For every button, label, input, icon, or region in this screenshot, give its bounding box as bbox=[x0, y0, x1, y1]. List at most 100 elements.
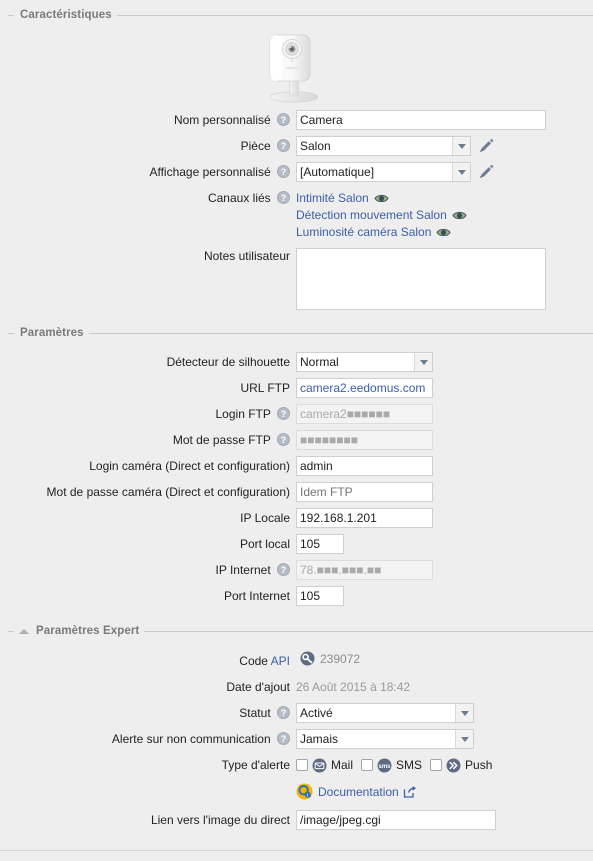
chevron-down-icon bbox=[457, 143, 466, 149]
section-header-parametres: Paramètres bbox=[0, 324, 593, 342]
silhouette-detector-button[interactable] bbox=[414, 353, 432, 371]
list-item: Luminosité caméra Salon bbox=[296, 224, 467, 240]
push-checkbox[interactable] bbox=[430, 759, 443, 771]
list-item: Intimité Salon bbox=[296, 190, 467, 206]
pencil-icon[interactable] bbox=[477, 137, 495, 155]
custom-display-select[interactable]: [Automatique] bbox=[296, 162, 471, 182]
silhouette-detector-select[interactable]: Normal bbox=[296, 352, 433, 372]
control-added-date: 26 Août 2015 à 18:42 bbox=[296, 677, 410, 697]
row-ftp-password: Mot de passe FTP ? bbox=[0, 430, 593, 450]
status-select[interactable]: Activé bbox=[296, 703, 474, 723]
help-icon[interactable]: ? bbox=[277, 407, 290, 421]
label-ftp-login: Login FTP ? bbox=[0, 404, 296, 424]
sms-checkbox[interactable] bbox=[361, 759, 374, 771]
control-documentation: i Documentation bbox=[296, 783, 417, 800]
label-ftp-password: Mot de passe FTP ? bbox=[0, 430, 296, 450]
status-select-button[interactable] bbox=[455, 704, 473, 722]
added-date-value: 26 Août 2015 à 18:42 bbox=[296, 680, 411, 694]
alert-option-label: SMS bbox=[396, 758, 423, 772]
control-internet-port bbox=[296, 586, 344, 606]
camera-password-input[interactable] bbox=[296, 482, 433, 502]
row-api-code: Code API 239072 bbox=[0, 651, 593, 671]
room-select-value: Salon bbox=[300, 139, 331, 153]
row-no-comm-alert: Alerte sur non communication ? Jamais bbox=[0, 729, 593, 749]
label-text: Notes utilisateur bbox=[203, 249, 290, 263]
label-text: URL FTP bbox=[240, 381, 290, 395]
local-ip-input[interactable] bbox=[296, 508, 433, 528]
api-key-icon[interactable] bbox=[300, 651, 315, 666]
label-text: Code bbox=[239, 654, 268, 668]
no-comm-alert-select-value: Jamais bbox=[300, 732, 339, 746]
row-custom-display: Affichage personnalisé ? [Automatique] bbox=[0, 162, 593, 182]
help-icon[interactable]: ? bbox=[277, 139, 290, 153]
row-local-ip: IP Locale bbox=[0, 508, 593, 528]
local-port-input[interactable] bbox=[296, 534, 344, 554]
collapse-triangle-icon[interactable] bbox=[19, 628, 29, 634]
ftp-password-input[interactable] bbox=[296, 430, 433, 450]
internet-ip-input[interactable] bbox=[296, 560, 433, 580]
label-text: Login caméra (Direct et configuration) bbox=[89, 459, 290, 473]
ftp-url-input[interactable] bbox=[296, 378, 433, 398]
documentation-icon[interactable]: i bbox=[296, 783, 313, 800]
control-silhouette-detector: Normal bbox=[296, 352, 433, 372]
divider-left bbox=[8, 333, 14, 334]
label-alert-type: Type d'alerte bbox=[0, 755, 296, 775]
api-link[interactable]: API bbox=[271, 654, 290, 668]
list-item: Détection mouvement Salon bbox=[296, 207, 467, 223]
label-camera-login: Login caméra (Direct et configuration) bbox=[0, 456, 296, 476]
room-select[interactable]: Salon bbox=[296, 136, 471, 156]
label-text: Nom personnalisé bbox=[173, 113, 271, 127]
row-user-notes: Notes utilisateur bbox=[0, 248, 593, 310]
eye-icon[interactable] bbox=[374, 193, 389, 204]
no-comm-alert-select-button[interactable] bbox=[455, 730, 473, 748]
help-icon[interactable]: ? bbox=[277, 706, 290, 720]
channel-link[interactable]: Intimité Salon bbox=[296, 190, 369, 206]
mail-checkbox[interactable] bbox=[296, 759, 308, 771]
control-internet-ip bbox=[296, 560, 433, 580]
row-camera-login: Login caméra (Direct et configuration) bbox=[0, 456, 593, 476]
eye-icon[interactable] bbox=[452, 210, 467, 221]
section-header-parametres-expert[interactable]: Paramètres Expert bbox=[0, 622, 593, 640]
label-text: Type d'alerte bbox=[221, 758, 290, 772]
user-notes-textarea[interactable] bbox=[296, 248, 546, 310]
live-image-link-input[interactable] bbox=[296, 810, 496, 830]
help-icon[interactable]: ? bbox=[277, 165, 290, 179]
bottom-divider bbox=[0, 850, 593, 851]
camera-login-input[interactable] bbox=[296, 456, 433, 476]
help-icon[interactable]: ? bbox=[277, 113, 290, 127]
row-linked-channels: Canaux liés ? Intimité Salon Détection m… bbox=[0, 188, 593, 241]
silhouette-detector-value: Normal bbox=[300, 355, 339, 369]
status-select-value: Activé bbox=[300, 706, 333, 720]
custom-display-select-button[interactable] bbox=[452, 163, 470, 181]
custom-name-input[interactable] bbox=[296, 110, 546, 130]
control-no-comm-alert: Jamais bbox=[296, 729, 474, 749]
label-text: Détecteur de silhouette bbox=[166, 355, 290, 369]
row-local-port: Port local bbox=[0, 534, 593, 554]
row-camera-password: Mot de passe caméra (Direct et configura… bbox=[0, 482, 593, 502]
control-camera-login bbox=[296, 456, 433, 476]
row-ftp-url: URL FTP bbox=[0, 378, 593, 398]
label-linked-channels: Canaux liés ? bbox=[0, 188, 296, 208]
help-icon[interactable]: ? bbox=[277, 563, 290, 577]
pencil-icon[interactable] bbox=[477, 163, 495, 181]
help-icon[interactable]: ? bbox=[277, 191, 290, 205]
documentation-link[interactable]: Documentation bbox=[318, 785, 399, 799]
room-select-button[interactable] bbox=[452, 137, 470, 155]
sms-icon: sms bbox=[377, 758, 392, 772]
help-icon[interactable]: ? bbox=[277, 732, 290, 746]
internet-port-input[interactable] bbox=[296, 586, 344, 606]
mail-icon bbox=[312, 758, 327, 772]
label-custom-display: Affichage personnalisé ? bbox=[0, 162, 296, 182]
eye-icon[interactable] bbox=[436, 227, 451, 238]
control-custom-display: [Automatique] bbox=[296, 162, 495, 182]
channel-link[interactable]: Détection mouvement Salon bbox=[296, 207, 447, 223]
help-icon[interactable]: ? bbox=[277, 433, 290, 447]
channel-link[interactable]: Luminosité caméra Salon bbox=[296, 224, 431, 240]
label-internet-ip: IP Internet ? bbox=[0, 560, 296, 580]
row-room: Pièce ? Salon bbox=[0, 136, 593, 156]
ftp-login-input[interactable] bbox=[296, 404, 433, 424]
linked-channels-list: Intimité Salon Détection mouvement Salon… bbox=[296, 188, 467, 241]
no-comm-alert-select[interactable]: Jamais bbox=[296, 729, 474, 749]
external-link-icon[interactable] bbox=[403, 785, 417, 799]
label-custom-name: Nom personnalisé ? bbox=[0, 110, 296, 130]
